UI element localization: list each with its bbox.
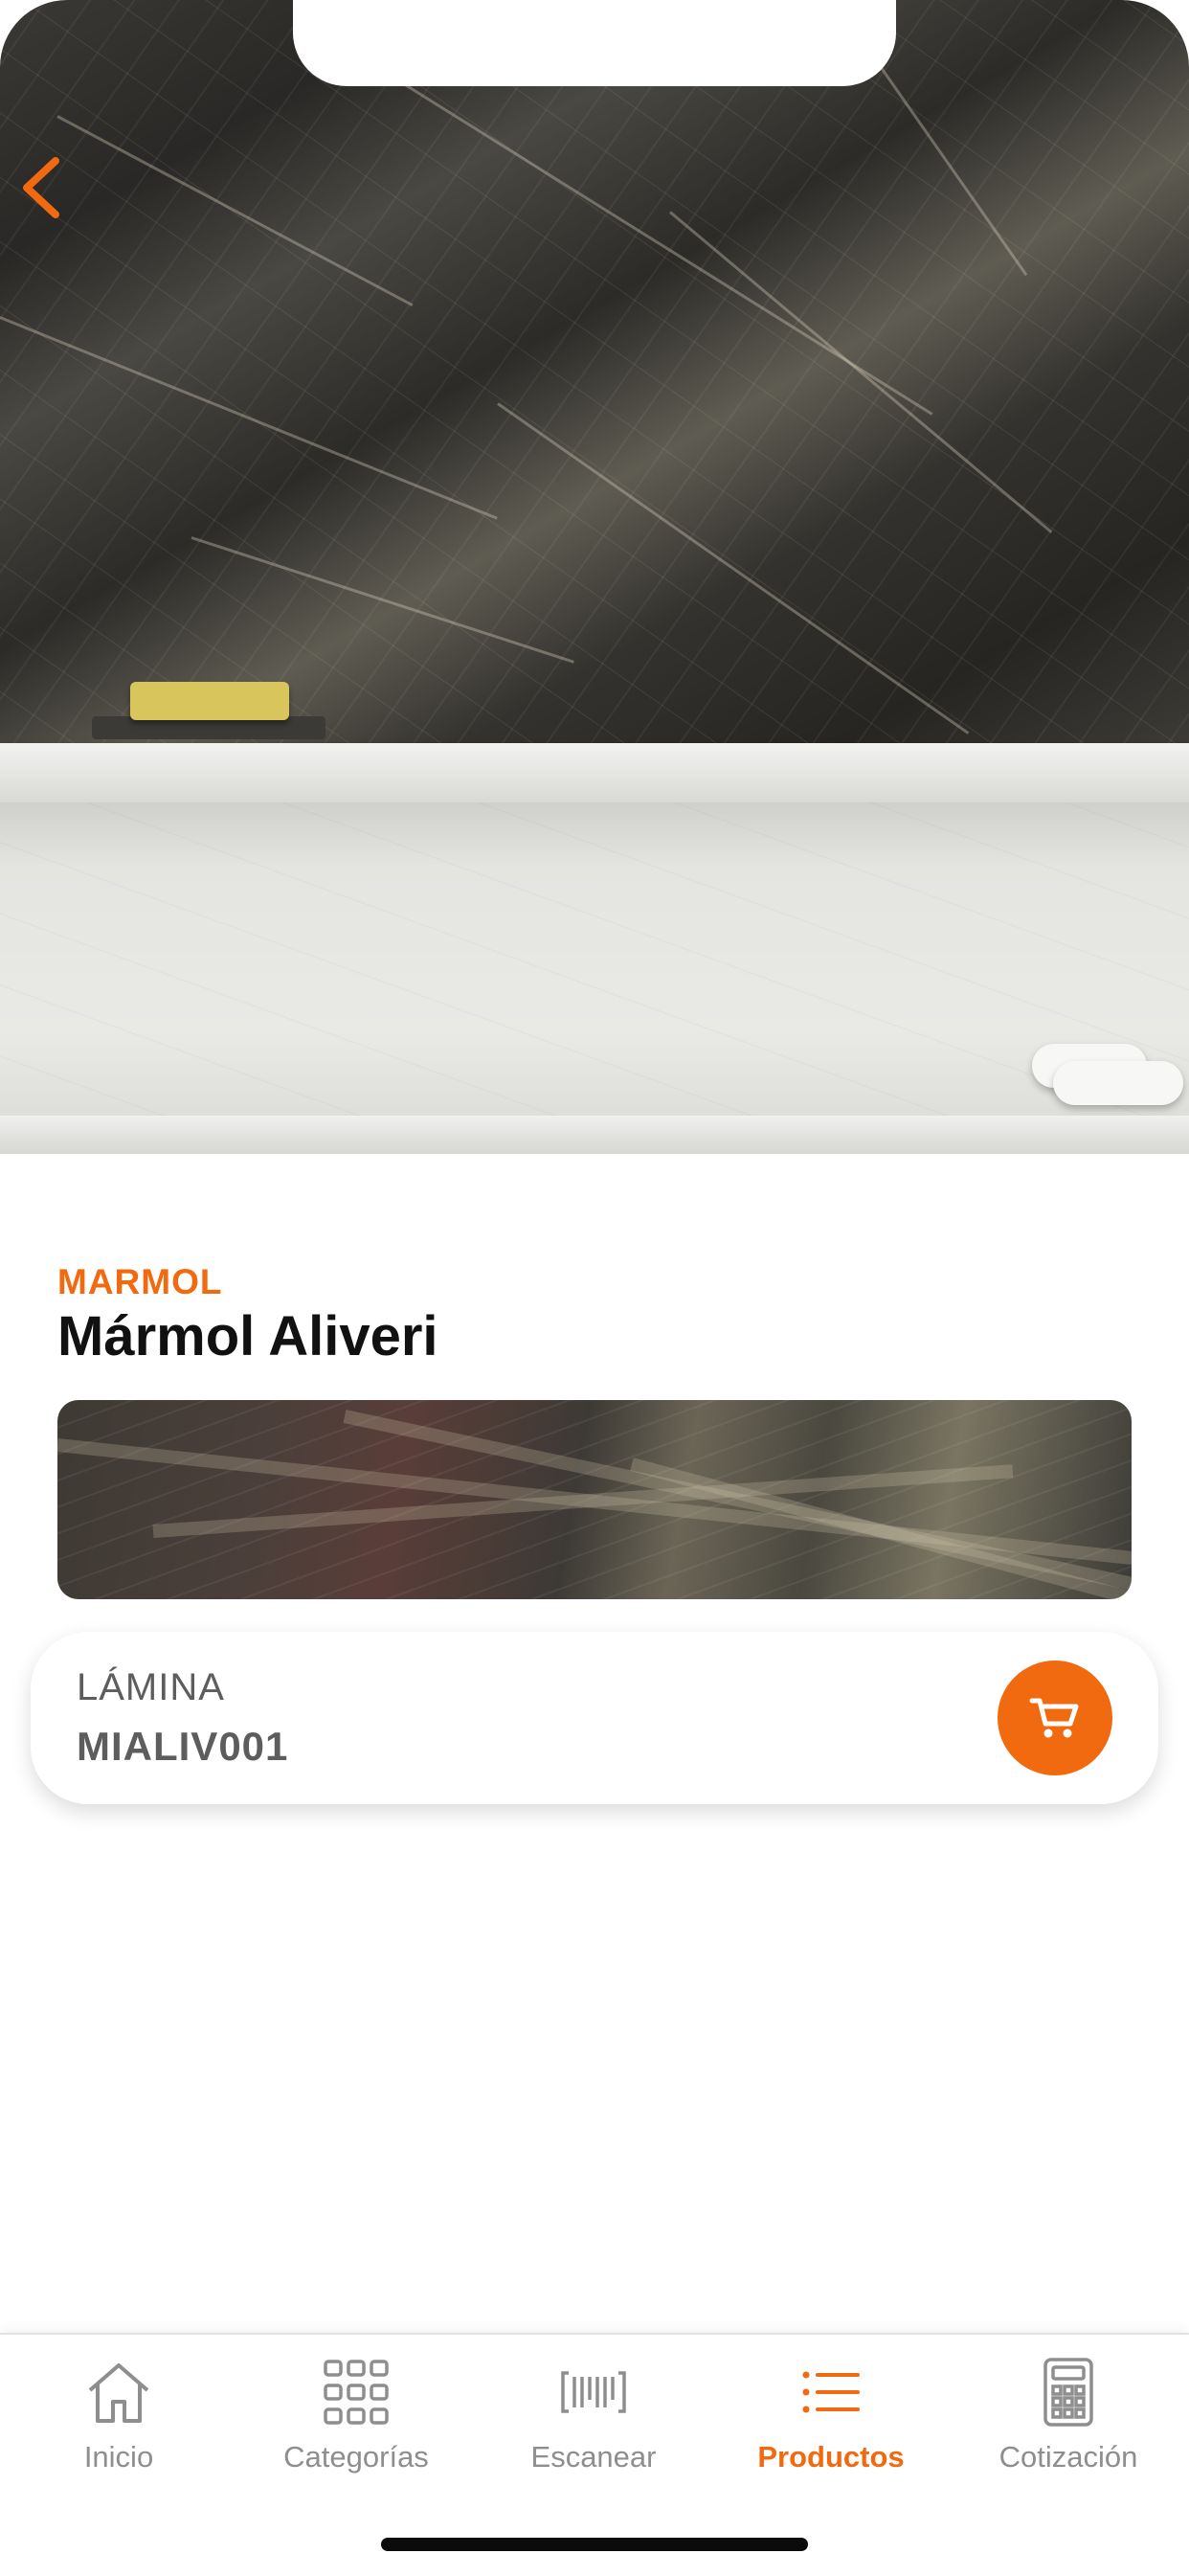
product-hero-image (0, 0, 1189, 1245)
tab-label: Categorías (283, 2440, 429, 2474)
list-icon (802, 2371, 860, 2413)
white-ledge (0, 743, 1189, 802)
product-category: MARMOL (57, 1262, 223, 1301)
calculator-icon (1043, 2358, 1093, 2427)
tab-label: Productos (757, 2440, 905, 2474)
marble-swatch-image (57, 1400, 1132, 1599)
home-icon (88, 2363, 149, 2423)
add-to-cart-button[interactable] (998, 1661, 1112, 1775)
product-variant-card[interactable]: LÁMINA MIALIV001 (31, 1632, 1158, 1804)
soap-bar (130, 682, 289, 720)
faucet-knob (1053, 1061, 1183, 1105)
tab-label: Escanear (530, 2440, 657, 2474)
barcode-icon (561, 2371, 626, 2413)
tab-escanear[interactable]: Escanear (475, 2352, 712, 2486)
device-notch (293, 0, 896, 86)
dark-marble-wall (0, 0, 1189, 757)
white-basin (0, 802, 1189, 1128)
tab-label: Cotización (998, 2440, 1138, 2474)
grid-icon (324, 2360, 389, 2425)
home-indicator[interactable] (381, 2538, 808, 2551)
tab-inicio[interactable]: Inicio (0, 2352, 237, 2486)
product-title: Mármol Aliveri (57, 1305, 438, 1367)
variant-type-label: LÁMINA (77, 1666, 225, 1708)
back-button[interactable] (13, 153, 71, 220)
variant-code: MIALIV001 (77, 1724, 289, 1769)
tab-cotizacion[interactable]: Cotización (950, 2352, 1187, 2486)
tab-categorias[interactable]: Categorías (237, 2352, 475, 2486)
tab-productos[interactable]: Productos (712, 2352, 950, 2486)
cart-icon (1029, 1698, 1079, 1738)
tab-label: Inicio (83, 2440, 154, 2474)
chevron-left-icon (23, 157, 59, 218)
